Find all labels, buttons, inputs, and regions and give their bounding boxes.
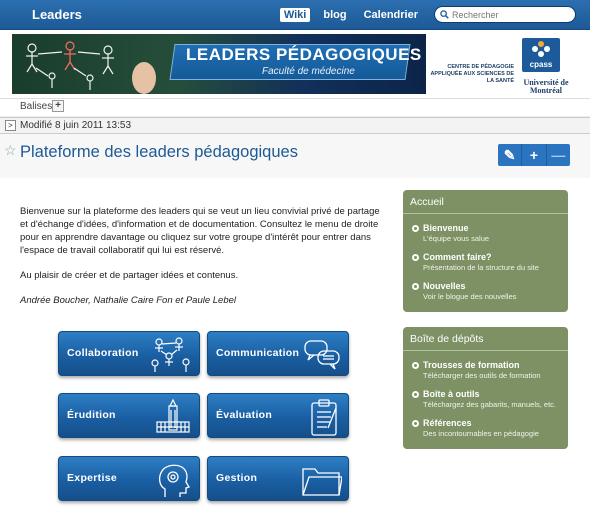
- page-title: Plateforme des leaders pédagogiques: [20, 143, 298, 161]
- sidebar-item-title[interactable]: Nouvelles: [423, 281, 568, 291]
- top-nav: Wiki blog Calendrier: [271, 6, 576, 23]
- sidebar-item-desc: L'équipe vous salue: [423, 234, 490, 243]
- tags-label: Balises: [20, 101, 53, 112]
- tile-label: Gestion: [216, 472, 258, 484]
- stick-figures-drawing: [26, 41, 156, 94]
- bullet-icon: [412, 283, 419, 290]
- site-name[interactable]: Leaders: [32, 7, 82, 22]
- intro-closing: Au plaisir de créer et de partager idées…: [20, 270, 239, 281]
- tile-collaboration[interactable]: Collaboration: [58, 331, 200, 376]
- sidebar-item-title[interactable]: Trousses de formation: [423, 360, 568, 370]
- folder-icon: [302, 468, 342, 496]
- sidebar-item-desc: Voir le blogue des nouvelles: [423, 292, 517, 301]
- add-tag-button[interactable]: +: [52, 100, 64, 112]
- sidebar-item-desc: Des incontournables en pédagogie: [423, 429, 539, 438]
- search-input[interactable]: [452, 8, 572, 21]
- tile-gestion[interactable]: Gestion: [207, 456, 349, 501]
- search-icon: [440, 10, 449, 19]
- star-icon[interactable]: ☆: [4, 142, 17, 159]
- sidebar-item-comment-faire[interactable]: Comment faire? Présentation de la struct…: [403, 252, 568, 272]
- sidebar-item-title[interactable]: Références: [423, 418, 568, 428]
- modified-bar: > Modifié 8 juin 2011 13:53: [0, 117, 590, 134]
- sidebar-item-title[interactable]: Comment faire?: [423, 252, 568, 262]
- nav-wiki[interactable]: Wiki: [279, 7, 311, 22]
- brain-head-icon: [158, 464, 190, 497]
- sidebar-item-references[interactable]: Références Des incontournables en pédago…: [403, 418, 568, 438]
- tile-label: Communication: [216, 347, 300, 359]
- university-logo[interactable]: Université de Montréal: [514, 79, 578, 95]
- cpass-dots-icon: [532, 41, 550, 57]
- tile-communication[interactable]: Communication: [207, 331, 349, 376]
- banner-subtitle: Faculté de médecine: [262, 66, 355, 77]
- expand-toggle[interactable]: >: [5, 120, 16, 131]
- tile-erudition[interactable]: Érudition: [58, 393, 200, 438]
- sidebar-heading: Accueil: [403, 190, 568, 214]
- centre-name: CENTRE DE PÉDAGOGIE APPLIQUÉE AUX SCIENC…: [430, 64, 514, 84]
- sidebar-accueil: Accueil Bienvenue L'équipe vous salue Co…: [403, 190, 568, 312]
- tile-label: Expertise: [67, 472, 117, 484]
- tags-bar: Balises +: [0, 98, 590, 116]
- people-network-icon: [151, 337, 190, 372]
- sidebar-item-title[interactable]: Bienvenue: [423, 223, 568, 233]
- sidebar-item-desc: Téléchargez des gabarits, manuels, etc.: [423, 400, 556, 409]
- bullet-icon: [412, 254, 419, 261]
- banner-title: LEADERS PÉDAGOGIQUES: [186, 45, 422, 64]
- university-tower-icon: [156, 398, 190, 433]
- sidebar-item-boite-outils[interactable]: Boîte à outils Téléchargez des gabarits,…: [403, 389, 568, 409]
- bullet-icon: [412, 225, 419, 232]
- tile-label: Érudition: [67, 409, 116, 421]
- sidebar-item-nouvelles[interactable]: Nouvelles Voir le blogue des nouvelles: [403, 281, 568, 301]
- bullet-icon: [412, 420, 419, 427]
- sidebar-depots: Boîte de dépôts Trousses de formation Té…: [403, 327, 568, 449]
- top-bar: Leaders Wiki blog Calendrier: [0, 0, 590, 30]
- speech-bubbles-icon: [304, 340, 340, 370]
- page-toolbar: ✎ + —: [498, 144, 570, 166]
- intro-authors: Andrée Boucher, Nathalie Caire Fon et Pa…: [20, 295, 236, 306]
- sidebar-item-bienvenue[interactable]: Bienvenue L'équipe vous salue: [403, 223, 568, 243]
- sidebar-item-desc: Présentation de la structure du site: [423, 263, 539, 272]
- sidebar-item-title[interactable]: Boîte à outils: [423, 389, 568, 399]
- bullet-icon: [412, 362, 419, 369]
- tile-label: Collaboration: [67, 347, 139, 359]
- cpass-label: cpass: [529, 60, 553, 69]
- sidebar-item-desc: Télécharger des outils de formation: [423, 371, 541, 380]
- nav-calendrier[interactable]: Calendrier: [360, 8, 422, 22]
- search-box: [434, 6, 576, 23]
- banner: LEADERS PÉDAGOGIQUES Faculté de médecine…: [0, 30, 590, 98]
- collapse-button[interactable]: —: [547, 144, 570, 166]
- clipboard-icon: [311, 399, 337, 436]
- add-button[interactable]: +: [522, 144, 547, 166]
- bullet-icon: [412, 391, 419, 398]
- nav-blog[interactable]: blog: [319, 8, 350, 22]
- sidebar-heading: Boîte de dépôts: [403, 327, 568, 351]
- tile-expertise[interactable]: Expertise: [58, 456, 200, 501]
- tile-label: Évaluation: [216, 409, 273, 421]
- intro-text: Bienvenue sur la plateforme des leaders …: [20, 205, 386, 319]
- edit-button[interactable]: ✎: [498, 144, 523, 166]
- intro-paragraph: Bienvenue sur la plateforme des leaders …: [20, 206, 380, 256]
- modified-date: Modifié 8 juin 2011 13:53: [20, 120, 132, 131]
- sidebar-item-trousses[interactable]: Trousses de formation Télécharger des ou…: [403, 360, 568, 380]
- tile-evaluation[interactable]: Évaluation: [207, 393, 349, 438]
